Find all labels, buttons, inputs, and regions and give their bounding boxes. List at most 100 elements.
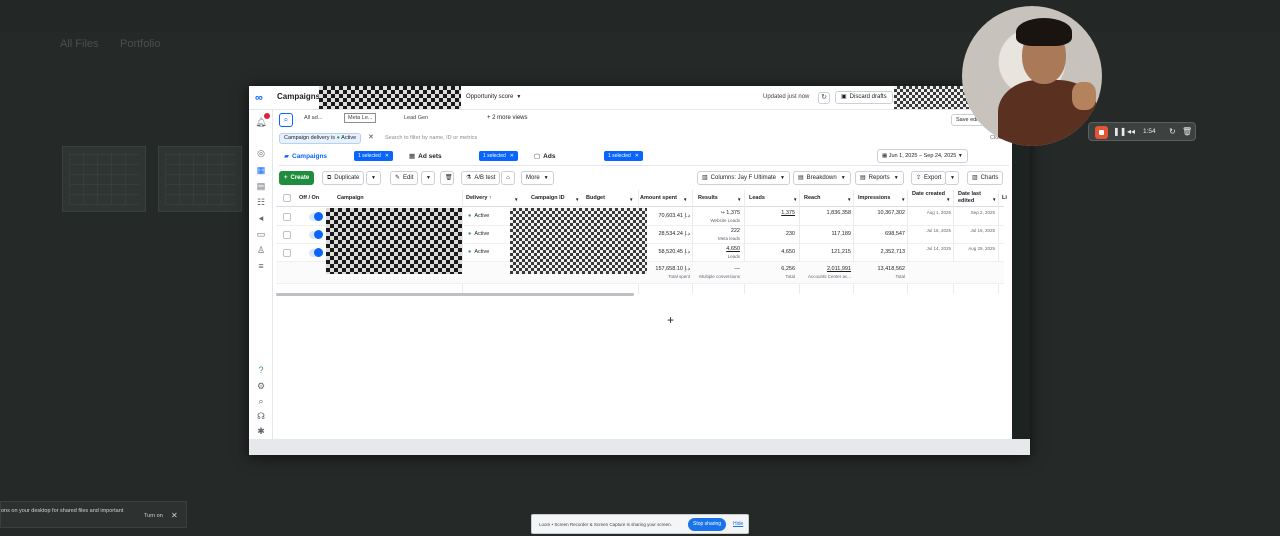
edit-dropdown[interactable]: ▼ (421, 171, 435, 185)
col-budget[interactable]: Budget (586, 195, 605, 202)
chevron-down-icon[interactable]: ▼ (847, 196, 851, 203)
select-all-checkbox[interactable] (283, 194, 291, 202)
search-icon[interactable]: ⌕ (255, 395, 267, 407)
campaigns-table-icon[interactable]: ▦ (255, 164, 267, 176)
chevron-down-icon[interactable]: ▼ (901, 196, 905, 203)
bug-report-icon[interactable]: ✱ (255, 425, 267, 437)
help-icon[interactable]: ? (255, 364, 267, 376)
view-tab-all[interactable]: All ad... (304, 115, 322, 121)
col-amount-spent[interactable]: Amount spent (640, 195, 677, 202)
ads-selected-badge[interactable]: 1 selected ✕ (604, 151, 643, 161)
clear-selection-icon[interactable]: ✕ (510, 153, 514, 159)
col-impressions[interactable]: Impressions (858, 195, 890, 202)
col-extra[interactable]: Li (1002, 195, 1007, 202)
clear-selection-icon[interactable]: ✕ (635, 153, 639, 159)
menu-icon[interactable]: ≡ (255, 260, 267, 272)
account-icon[interactable]: ♙ (255, 244, 267, 256)
overview-icon[interactable]: ◎ (255, 147, 267, 159)
search-toggle-button[interactable]: ⌕ (279, 113, 293, 127)
tab-ads[interactable]: ▢ Ads (534, 152, 555, 160)
more-button[interactable]: More ▼ (521, 171, 554, 185)
filter-search-input[interactable]: Search to filter by name, ID or metrics (385, 135, 477, 141)
tab-ad-sets[interactable]: ▦ Ad sets (409, 152, 442, 160)
columns-button[interactable]: ▥ Columns: Jay F Ultimate ▼ (697, 171, 790, 185)
row-checkbox[interactable] (283, 213, 291, 221)
billing-icon[interactable]: ▭ (255, 228, 267, 240)
leads-value[interactable]: 1,375 (746, 210, 795, 216)
rewind-icon[interactable]: ◂◂ (1127, 127, 1135, 137)
horizontal-scrollbar[interactable] (276, 293, 634, 296)
results-value[interactable]: ↪ 1,375 (694, 210, 740, 216)
remove-filter-icon[interactable]: ✕ (368, 133, 374, 141)
create-button[interactable]: + Create (279, 171, 315, 185)
reports-button[interactable]: ▤ Reports ▼ (855, 171, 904, 185)
meta-logo-icon[interactable]: ∞ (255, 92, 263, 104)
chevron-down-icon[interactable]: ▼ (992, 196, 996, 203)
clear-selection-icon[interactable]: ✕ (385, 153, 389, 159)
charts-button[interactable]: ▥ Charts (967, 171, 1004, 185)
opportunity-score-dropdown[interactable]: Opportunity score ▼ (466, 94, 521, 100)
charts-icon: ▥ (972, 175, 978, 181)
view-tab-lead-gen[interactable]: Lead Gen (404, 115, 428, 121)
row-checkbox[interactable] (283, 249, 291, 257)
trash-icon[interactable]: 🗑︎ (1182, 127, 1192, 137)
ads-icon[interactable]: ◂ (255, 212, 267, 224)
results-value[interactable]: 4,650 (694, 246, 740, 252)
pause-icon[interactable]: ❚❚ (1113, 127, 1126, 137)
turn-on-button[interactable]: Turn on (144, 513, 163, 519)
date-range-picker[interactable]: ▦ Jun 1, 2025 – Sep 24, 2025 ▼ (877, 149, 968, 163)
col-campaign-id[interactable]: Campaign ID (531, 195, 565, 202)
campaign-toggle[interactable] (309, 212, 323, 221)
tab-campaigns[interactable]: ▰ Campaigns (284, 152, 327, 160)
col-campaign[interactable]: Campaign (337, 195, 364, 202)
stop-recording-button[interactable] (1095, 126, 1108, 139)
duplicate-label: Duplicate (334, 175, 360, 181)
delete-button[interactable]: 🗑︎ (440, 171, 454, 185)
col-delivery[interactable]: Delivery ↑ (466, 195, 492, 202)
discard-drafts-button[interactable]: ▣ Discard drafts (835, 91, 893, 104)
duplicate-dropdown[interactable]: ▼ (366, 171, 381, 185)
close-icon[interactable]: ✕ (171, 511, 178, 520)
results-link[interactable]: 1,375 (726, 210, 740, 216)
ab-test-button[interactable]: ⚗ A/B test (461, 171, 501, 185)
chevron-down-icon[interactable]: ▼ (946, 196, 950, 203)
chevron-down-icon[interactable]: ▼ (737, 196, 741, 203)
chevron-down-icon[interactable]: ▼ (629, 196, 633, 203)
support-icon[interactable]: ☊ (255, 410, 267, 422)
breakdown-button[interactable]: ▤ Breakdown ▼ (793, 171, 851, 185)
campaign-toggle[interactable] (309, 230, 323, 239)
ads-tab-icon: ▢ (534, 153, 541, 160)
restart-icon[interactable]: ↻ (1169, 127, 1176, 137)
settings-gear-icon[interactable]: ⚙ (255, 380, 267, 392)
selected-count: 1 selected (358, 153, 381, 159)
col-reach[interactable]: Reach (804, 195, 821, 202)
delivery-status: ● Active (468, 213, 489, 219)
total-reach[interactable]: 2,011,991 (801, 266, 851, 272)
row-checkbox[interactable] (283, 231, 291, 239)
col-results[interactable]: Results (698, 195, 718, 202)
chevron-down-icon[interactable]: ▼ (575, 196, 579, 203)
audiences-icon[interactable]: ☷ (255, 196, 267, 208)
stop-sharing-button[interactable]: Stop sharing (688, 518, 727, 531)
adsets-selected-badge[interactable]: 1 selected ✕ (479, 151, 518, 161)
more-views-button[interactable]: + 2 more views (487, 115, 528, 121)
chevron-down-icon[interactable]: ▼ (514, 196, 518, 203)
hide-button[interactable]: Hide (733, 521, 743, 527)
export-button[interactable]: ⇪ Export (911, 171, 947, 185)
col-date-last-edited[interactable]: Date last edited (958, 191, 996, 205)
tag-button[interactable]: ⌂ (501, 171, 515, 185)
campaign-toggle[interactable] (309, 248, 323, 257)
pages-icon[interactable]: ▤ (255, 180, 267, 192)
chevron-down-icon[interactable]: ▼ (793, 196, 797, 203)
duplicate-button[interactable]: ⧉ Duplicate (322, 171, 365, 185)
chevron-down-icon[interactable]: ▼ (683, 196, 687, 203)
reach-value: 1,836,358 (826, 210, 851, 216)
delivery-filter-chip[interactable]: Campaign delivery is ● Active (279, 133, 362, 144)
campaigns-selected-badge[interactable]: 1 selected ✕ (354, 151, 393, 161)
export-dropdown[interactable]: ▼ (945, 171, 959, 185)
edit-button[interactable]: ✎ Edit (390, 171, 419, 185)
refresh-button[interactable]: ↻ (818, 92, 830, 104)
webcam-bubble[interactable] (962, 6, 1102, 146)
col-leads[interactable]: Leads (749, 195, 765, 202)
view-tab-meta-leads[interactable]: Meta Le... (344, 113, 377, 123)
